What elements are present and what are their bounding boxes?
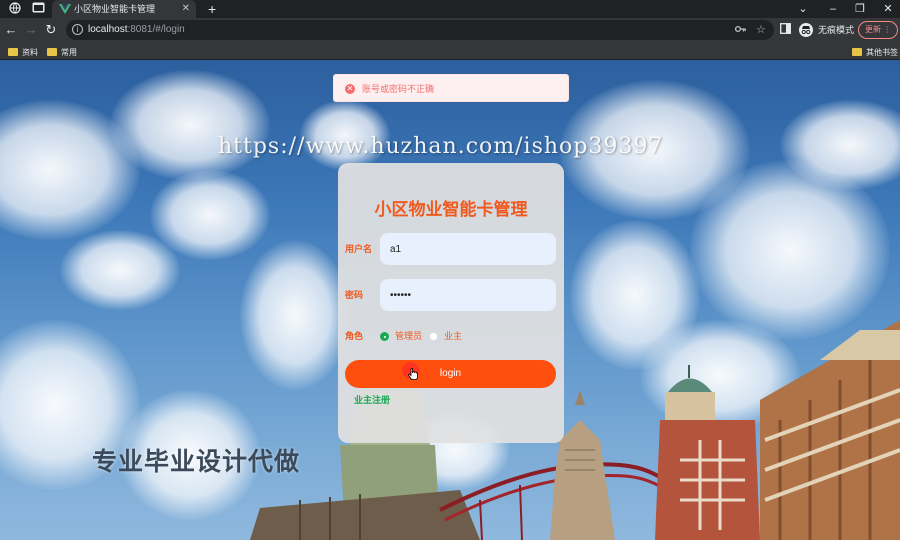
close-window-icon[interactable]: ✕ — [881, 1, 895, 17]
login-form: 小区物业智能卡管理 用户名 密码 角色 管理员 业主 login 业主注册 — [338, 163, 564, 443]
minimize-icon[interactable]: – — [826, 1, 840, 17]
browser-menu-icon[interactable] — [8, 2, 22, 16]
tab-search-icon[interactable] — [31, 2, 45, 16]
username-label: 用户名 — [345, 244, 373, 254]
watermark-text: https://www.huzhan.com/ishop39397 — [218, 134, 664, 159]
register-link[interactable]: 业主注册 — [354, 394, 390, 406]
bookmark-folder-ziliao[interactable]: 资料 — [8, 45, 38, 57]
tab-active[interactable]: 小区物业智能卡管理 ✕ — [52, 0, 196, 18]
error-message: 账号或密码不正确 — [362, 84, 435, 94]
bookmark-star-icon[interactable]: ☆ — [756, 23, 766, 37]
incognito-icon[interactable] — [799, 23, 813, 37]
restore-icon[interactable]: ❐ — [853, 1, 867, 17]
role-label: 角色 — [345, 331, 364, 341]
tab-close-icon[interactable]: ✕ — [182, 2, 190, 16]
username-input[interactable] — [380, 233, 556, 265]
bookmark-folder-changyong[interactable]: 常用 — [47, 45, 77, 57]
vue-logo-icon — [59, 4, 71, 14]
folder-icon — [47, 47, 57, 56]
forward-icon[interactable]: → — [23, 22, 39, 38]
tab-strip: 小区物业智能卡管理 ✕ + ⌄ – ❐ ✕ — [0, 0, 900, 18]
login-button[interactable]: login — [345, 360, 556, 388]
tab-list-icon[interactable]: ⌄ — [796, 1, 810, 17]
folder-icon — [8, 47, 18, 56]
password-label: 密码 — [345, 290, 364, 300]
login-page: https://www.huzhan.com/ishop39397 专业毕业设计… — [0, 60, 900, 540]
tab-title: 小区物业智能卡管理 — [74, 4, 156, 14]
error-icon: ✕ — [345, 84, 355, 94]
radio-checked-icon — [380, 332, 389, 341]
password-input[interactable] — [380, 279, 556, 311]
incognito-label: 无痕模式 — [818, 25, 855, 35]
key-icon[interactable] — [734, 23, 746, 37]
browser-toolbar: ← → ↻ i localhost:8081/#/login ☆ 无痕模式 更新… — [0, 18, 900, 42]
back-icon[interactable]: ← — [3, 22, 19, 38]
reload-icon[interactable]: ↻ — [43, 22, 59, 38]
side-panel-icon[interactable] — [780, 23, 791, 38]
radio-unchecked-icon — [429, 332, 438, 341]
hand-cursor-icon — [408, 368, 418, 380]
update-button[interactable]: 更新 ⋮ — [858, 21, 898, 39]
page-title: 小区物业智能卡管理 — [374, 200, 528, 219]
bookmark-folder-other[interactable]: 其他书签 — [852, 45, 898, 57]
error-toast: ✕ 账号或密码不正确 — [333, 74, 569, 102]
url-text: localhost:8081/#/login — [88, 24, 185, 35]
site-info-icon[interactable]: i — [72, 24, 83, 35]
folder-icon — [852, 47, 862, 56]
address-bar[interactable]: i localhost:8081/#/login ☆ — [66, 20, 774, 40]
promo-text: 专业毕业设计代做 — [92, 448, 301, 476]
new-tab-icon[interactable]: + — [208, 1, 216, 17]
bookmarks-bar: 资料 常用 其他书签 — [0, 42, 900, 60]
